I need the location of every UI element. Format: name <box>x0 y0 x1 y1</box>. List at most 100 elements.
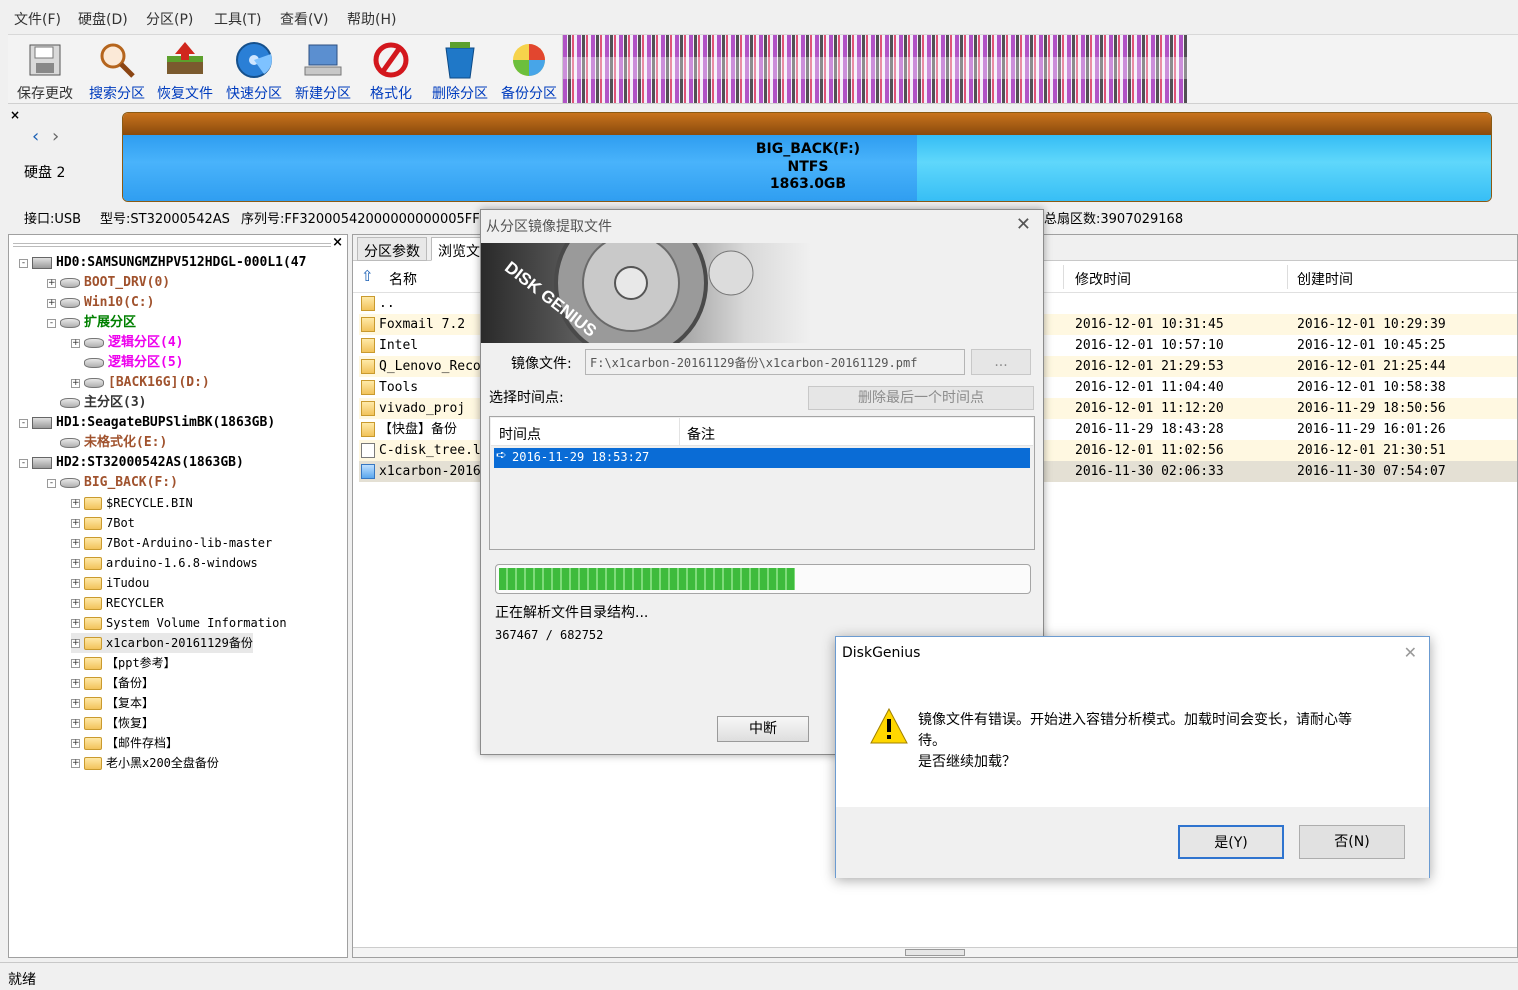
timepoint-list[interactable]: 时间点 备注 ➪ 2016-11-29 18:53:27 <box>489 416 1035 550</box>
tree-item[interactable]: + 【备份】 <box>71 673 154 693</box>
expand-icon[interactable]: + <box>71 598 80 608</box>
tree-item[interactable]: + 老小黑x200全盘备份 <box>71 753 219 773</box>
tab-partition-params[interactable]: 分区参数 <box>357 237 427 261</box>
file-created-time: 2016-11-29 16:01:26 <box>1297 422 1446 437</box>
tree-item-label: arduino-1.6.8-windows <box>106 556 258 570</box>
collapse-icon[interactable]: - <box>47 478 56 488</box>
expand-icon[interactable]: + <box>71 338 80 348</box>
advertisement-banner[interactable] <box>562 35 1188 103</box>
expand-icon[interactable]: + <box>71 658 80 668</box>
tree-item[interactable]: + $RECYCLE.BIN <box>71 493 193 513</box>
up-folder-icon[interactable]: ⇧ <box>361 267 374 285</box>
menu-file[interactable]: 文件(F) <box>14 9 61 29</box>
expand-icon[interactable]: + <box>47 298 56 308</box>
close-icon[interactable]: ✕ <box>1016 214 1031 235</box>
tree-item[interactable]: + 逻辑分区(4) <box>71 333 183 353</box>
disk-label: 硬盘 2 <box>24 165 66 181</box>
expand-icon[interactable]: + <box>47 278 56 288</box>
format-button[interactable]: 格式化 <box>356 37 426 103</box>
collapse-icon[interactable]: - <box>19 418 28 428</box>
partition-bar[interactable]: BIG_BACK(F:) NTFS 1863.0GB <box>122 112 1492 202</box>
menu-help[interactable]: 帮助(H) <box>347 9 396 29</box>
browse-button[interactable]: ... <box>971 349 1031 375</box>
tree-item[interactable]: + x1carbon-20161129备份 <box>71 633 253 653</box>
tree-item[interactable]: + iTudou <box>71 573 149 593</box>
delete-last-timepoint-button[interactable]: 删除最后一个时间点 <box>808 386 1034 410</box>
column-note[interactable]: 备注 <box>687 424 715 444</box>
expand-icon[interactable]: + <box>71 638 80 648</box>
recover-files-button[interactable]: 恢复文件 <box>150 37 220 103</box>
expand-icon[interactable]: + <box>71 758 80 768</box>
tree-item[interactable]: 逻辑分区(5) <box>71 353 183 373</box>
column-timepoint[interactable]: 时间点 <box>499 424 541 444</box>
expand-icon[interactable]: + <box>71 718 80 728</box>
tree-item[interactable]: - HD2:ST32000542AS(1863GB) <box>19 453 244 473</box>
menu-partition[interactable]: 分区(P) <box>146 9 193 29</box>
tree-item[interactable]: + [BACK16G](D:) <box>71 373 210 393</box>
search-partition-button[interactable]: 搜索分区 <box>82 37 152 103</box>
horizontal-splitter[interactable] <box>353 947 1517 957</box>
tree-item[interactable]: - HD1:SeagateBUPSlimBK(1863GB) <box>19 413 275 433</box>
tree-item[interactable]: + 【恢复】 <box>71 713 154 733</box>
file-modified-time: 2016-12-01 11:04:40 <box>1075 380 1224 395</box>
tree-item[interactable]: - BIG_BACK(F:) <box>47 473 178 493</box>
partition-icon <box>84 378 104 388</box>
tree-item[interactable]: + System Volume Information <box>71 613 287 633</box>
close-icon[interactable]: × <box>10 108 20 122</box>
tab-browse-files[interactable]: 浏览文 <box>431 237 487 261</box>
tree-item[interactable]: + 【邮件存档】 <box>71 733 178 753</box>
column-created[interactable]: 创建时间 <box>1297 269 1353 289</box>
next-disk-arrow-icon[interactable]: › <box>52 126 59 147</box>
image-file-path-field[interactable] <box>585 349 965 375</box>
expand-icon[interactable]: + <box>71 498 80 508</box>
tree-item[interactable]: +7Bot <box>71 513 135 533</box>
yes-button[interactable]: 是(Y) <box>1178 825 1284 859</box>
expand-icon[interactable]: + <box>71 698 80 708</box>
quick-partition-button[interactable]: 快速分区 <box>219 37 289 103</box>
tree-item[interactable]: - HD0:SAMSUNGMZHPV512HDGL-000L1(47 <box>19 253 306 273</box>
column-modified[interactable]: 修改时间 <box>1075 269 1131 289</box>
tree-item[interactable]: + Win10(C:) <box>47 293 154 313</box>
expand-icon[interactable]: + <box>71 618 80 628</box>
save-changes-button[interactable]: 保存更改 <box>10 37 80 103</box>
disk-interface: 接口:USB <box>24 212 82 227</box>
tree-item[interactable]: 主分区(3) <box>47 393 146 413</box>
disk-model: 型号:ST32000542AS <box>100 212 230 227</box>
close-icon[interactable]: × <box>332 235 343 250</box>
recover-files-icon <box>163 39 207 81</box>
column-name[interactable]: 名称 <box>389 269 417 289</box>
collapse-icon[interactable]: - <box>19 258 28 268</box>
menu-tools[interactable]: 工具(T) <box>214 9 261 29</box>
no-button[interactable]: 否(N) <box>1299 825 1405 859</box>
expand-icon[interactable]: + <box>71 538 80 548</box>
tree-item[interactable]: + BOOT_DRV(0) <box>47 273 170 293</box>
previous-disk-arrow-icon[interactable]: ‹ <box>32 126 39 147</box>
expand-icon[interactable]: + <box>71 558 80 568</box>
tree-item[interactable]: +7Bot-Arduino-lib-master <box>71 533 272 553</box>
delete-partition-button[interactable]: 删除分区 <box>425 37 495 103</box>
expand-icon[interactable]: + <box>71 678 80 688</box>
new-partition-button[interactable]: 新建分区 <box>288 37 358 103</box>
collapse-icon[interactable]: - <box>19 458 28 468</box>
message-line-2: 待。 <box>918 733 946 749</box>
tree-item[interactable]: 未格式化(E:) <box>47 433 167 453</box>
file-name: Intel <box>379 338 419 353</box>
backup-partition-button[interactable]: 备份分区 <box>494 37 564 103</box>
menu-view[interactable]: 查看(V) <box>280 9 329 29</box>
expand-icon[interactable]: + <box>71 578 80 588</box>
tree-item[interactable]: + RECYCLER <box>71 593 164 613</box>
timepoint-row[interactable]: ➪ 2016-11-29 18:53:27 <box>494 448 1030 468</box>
expand-icon[interactable]: + <box>71 378 80 388</box>
expand-icon[interactable]: + <box>71 518 80 528</box>
tree-item-label: RECYCLER <box>106 596 164 610</box>
close-icon[interactable]: ✕ <box>1404 643 1417 662</box>
file-modified-time: 2016-12-01 21:29:53 <box>1075 359 1224 374</box>
tree-item[interactable]: + arduino-1.6.8-windows <box>71 553 258 573</box>
abort-button[interactable]: 中断 <box>717 716 809 742</box>
tree-item[interactable]: + 【复本】 <box>71 693 154 713</box>
tree-item[interactable]: - 扩展分区 <box>47 313 136 333</box>
expand-icon[interactable]: + <box>71 738 80 748</box>
tree-item[interactable]: + 【ppt参考】 <box>71 653 176 673</box>
collapse-icon[interactable]: - <box>47 318 56 328</box>
menu-disk[interactable]: 硬盘(D) <box>78 9 128 29</box>
